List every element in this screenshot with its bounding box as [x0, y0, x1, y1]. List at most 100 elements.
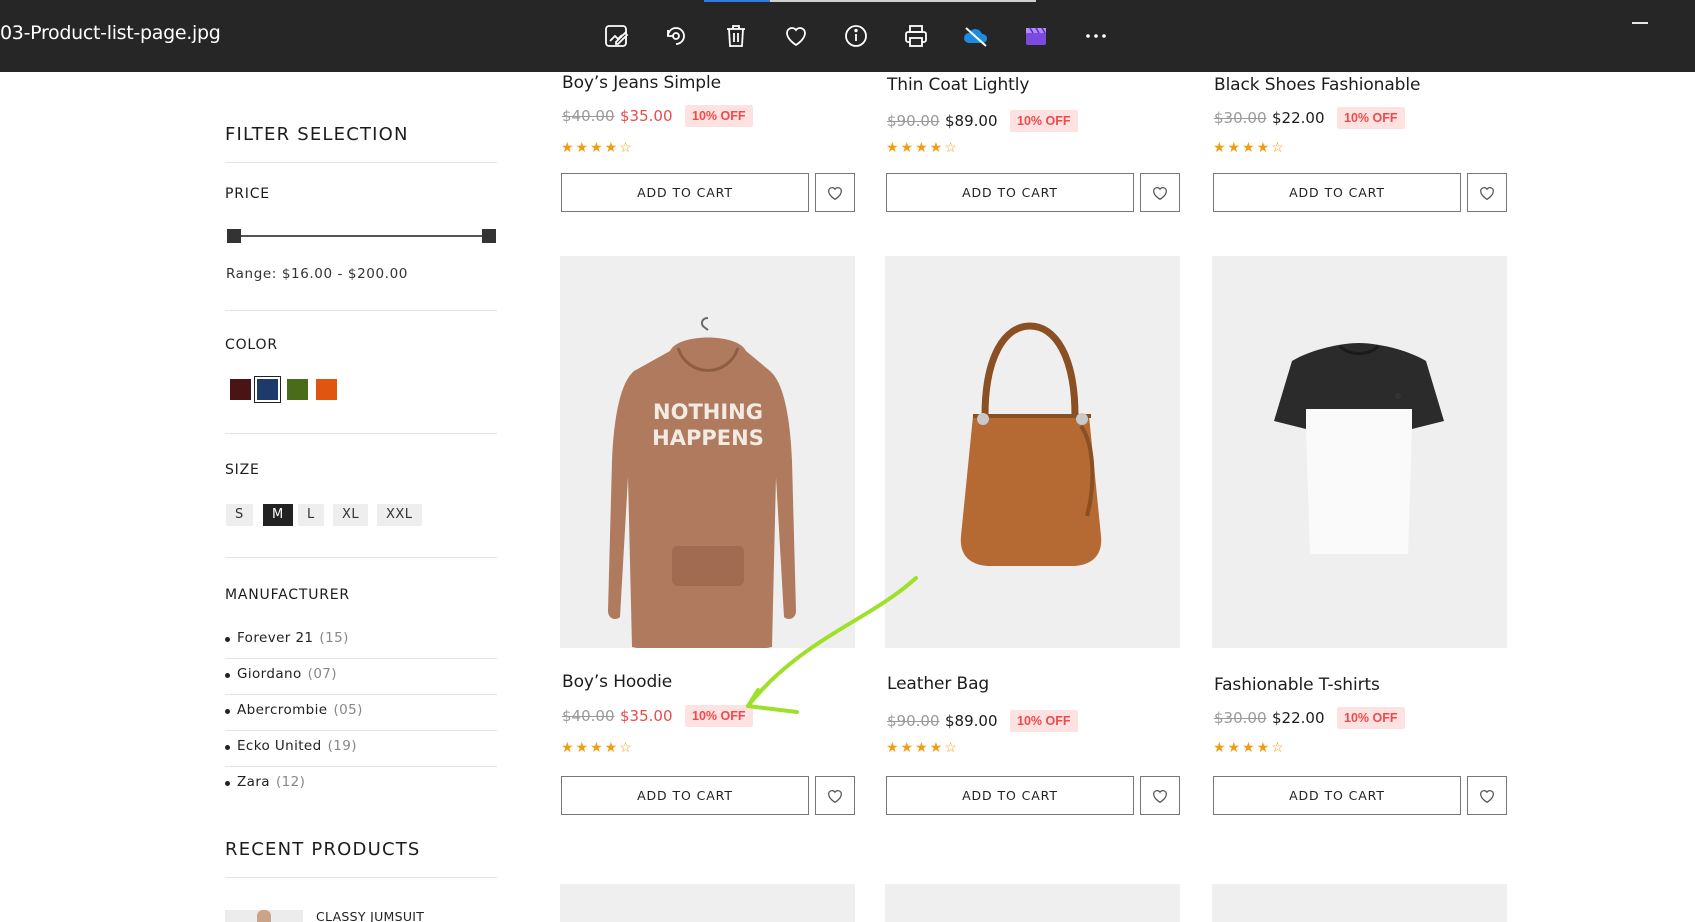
manufacturer-name: Giordano — [237, 666, 302, 682]
manufacturer-count: (12) — [275, 774, 306, 790]
loading-progress-track — [704, 0, 1036, 2]
new-price: $35.00 — [620, 707, 673, 725]
recent-product-name[interactable]: CLASSY JUMSUIT — [316, 909, 424, 922]
manufacturer-name: Zara — [237, 774, 270, 790]
print-icon[interactable] — [900, 20, 932, 52]
manufacturer-item[interactable]: Abercrombie (05) — [225, 695, 497, 731]
price-min-handle[interactable] — [227, 229, 241, 243]
wishlist-button[interactable] — [815, 173, 855, 212]
manufacturer-item[interactable]: Zara (12) — [225, 767, 497, 803]
rotate-icon[interactable] — [660, 20, 692, 52]
info-icon[interactable] — [840, 20, 872, 52]
price-max-handle[interactable] — [482, 229, 496, 243]
price-slider-track[interactable] — [231, 235, 491, 237]
divider — [225, 557, 497, 558]
old-price: $40.00 — [562, 707, 615, 725]
bullet — [225, 781, 230, 786]
add-to-cart-button[interactable]: ADD TO CART — [561, 173, 809, 212]
heart-icon — [828, 186, 842, 200]
discount-badge: 10% OFF — [1010, 110, 1078, 132]
divider — [225, 877, 497, 878]
rating-stars: ★★★★☆ — [1213, 739, 1286, 755]
rating-stars: ★★★★☆ — [886, 139, 959, 155]
add-to-cart-button[interactable]: ADD TO CART — [561, 776, 809, 815]
add-to-cart-button[interactable]: ADD TO CART — [886, 776, 1134, 815]
wishlist-button[interactable] — [1140, 173, 1180, 212]
manufacturer-item[interactable]: Forever 21 (15) — [225, 623, 497, 659]
old-price: $30.00 — [1214, 109, 1267, 127]
new-price: $22.00 — [1272, 709, 1325, 727]
hoodie-print-line-1: NOTHING — [653, 400, 763, 424]
product-image[interactable] — [885, 884, 1180, 922]
bullet — [225, 745, 230, 750]
color-swatch[interactable] — [254, 376, 281, 403]
favorite-icon[interactable] — [780, 20, 812, 52]
old-price: $90.00 — [887, 712, 940, 730]
onedrive-icon[interactable] — [960, 20, 992, 52]
discount-badge: 10% OFF — [685, 705, 753, 727]
size-option-m[interactable]: M — [263, 504, 293, 526]
manufacturer-item[interactable]: Ecko United (19) — [225, 731, 497, 767]
wishlist-button[interactable] — [1467, 776, 1507, 815]
heart-icon — [1480, 789, 1494, 803]
product-image[interactable] — [560, 884, 855, 922]
product-title[interactable]: Thin Coat Lightly — [887, 75, 1029, 95]
recent-products-heading: RECENT PRODUCTS — [225, 839, 421, 860]
manufacturer-name: Abercrombie — [237, 702, 328, 718]
color-swatch[interactable] — [230, 379, 251, 400]
divider — [225, 310, 497, 311]
recent-product-thumbnail[interactable] — [225, 910, 303, 922]
color-swatch[interactable] — [316, 379, 337, 400]
product-image[interactable]: NOTHING HAPPENS — [560, 256, 855, 648]
hoodie-print-line-2: HAPPENS — [652, 426, 764, 450]
price-range-text: Range: $16.00 - $200.00 — [226, 266, 408, 282]
product-title[interactable]: Boy’s Jeans Simple — [562, 73, 721, 93]
heart-icon — [828, 789, 842, 803]
product-title[interactable]: Leather Bag — [887, 674, 989, 694]
new-price: $89.00 — [945, 112, 998, 130]
add-to-cart-button[interactable]: ADD TO CART — [1213, 173, 1461, 212]
size-label: SIZE — [225, 462, 260, 478]
wishlist-button[interactable] — [1467, 173, 1507, 212]
product-image[interactable] — [1212, 256, 1507, 648]
wishlist-button[interactable] — [1140, 776, 1180, 815]
product-image[interactable] — [885, 256, 1180, 648]
old-price: $30.00 — [1214, 709, 1267, 727]
discount-badge: 10% OFF — [685, 105, 753, 127]
manufacturer-item[interactable]: Giordano (07) — [225, 659, 497, 695]
rating-stars: ★★★★☆ — [1213, 139, 1286, 155]
file-name: 03-Product-list-page.jpg — [0, 22, 221, 44]
wishlist-button[interactable] — [815, 776, 855, 815]
product-image[interactable] — [1212, 884, 1507, 922]
rating-stars: ★★★★☆ — [886, 739, 959, 755]
bullet — [225, 673, 230, 678]
heart-icon — [1153, 186, 1167, 200]
delete-icon[interactable] — [720, 20, 752, 52]
size-option-xl[interactable]: XL — [333, 504, 369, 526]
viewer-toolbar: 03-Product-list-page.jpg — [0, 0, 1695, 72]
size-option-xxl[interactable]: XXL — [377, 504, 422, 526]
new-price: $89.00 — [945, 712, 998, 730]
clipchamp-icon[interactable] — [1020, 20, 1052, 52]
product-title[interactable]: Fashionable T-shirts — [1214, 675, 1380, 695]
divider — [225, 433, 497, 434]
more-icon[interactable] — [1080, 20, 1112, 52]
product-title[interactable]: Boy’s Hoodie — [562, 672, 672, 692]
discount-badge: 10% OFF — [1337, 107, 1405, 129]
new-price: $22.00 — [1272, 109, 1325, 127]
color-label: COLOR — [225, 337, 278, 353]
manufacturer-name: Ecko United — [237, 738, 322, 754]
size-option-l[interactable]: L — [298, 504, 324, 526]
minimize-button[interactable] — [1632, 22, 1648, 24]
manufacturer-count: (05) — [333, 702, 363, 718]
add-to-cart-button[interactable]: ADD TO CART — [886, 173, 1134, 212]
size-option-s[interactable]: S — [226, 504, 253, 526]
photo-viewer-window: 03-Product-list-page.jpg FILTER SELECTIO… — [0, 0, 1695, 922]
color-swatch[interactable] — [287, 379, 308, 400]
heart-icon — [1480, 186, 1494, 200]
product-title[interactable]: Black Shoes Fashionable — [1214, 75, 1420, 95]
new-price: $35.00 — [620, 107, 673, 125]
add-to-cart-button[interactable]: ADD TO CART — [1213, 776, 1461, 815]
manufacturer-name: Forever 21 — [237, 630, 314, 646]
edit-image-icon[interactable] — [600, 20, 632, 52]
